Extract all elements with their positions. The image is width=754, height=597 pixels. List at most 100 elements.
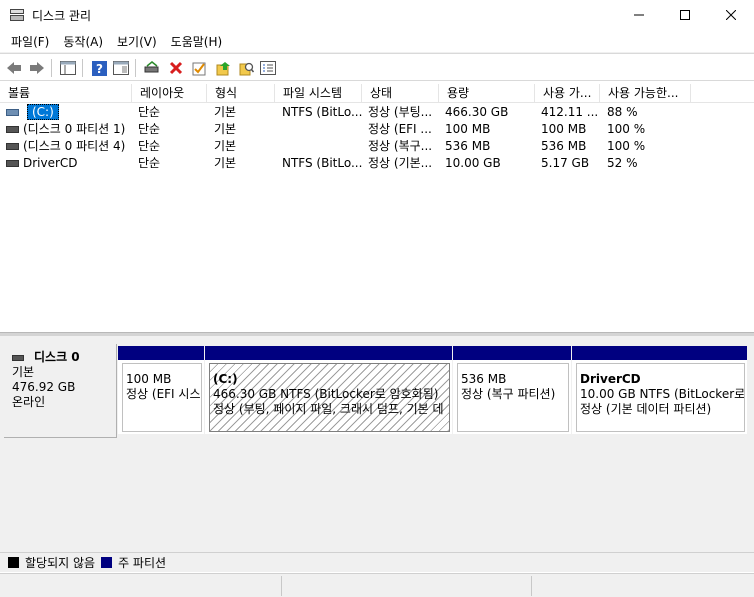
- disk-graphical-view: 디스크 0 기본 476.92 GB 온라인 100 MB 정상 (EFI 시스…: [0, 336, 754, 552]
- disk-size: 476.92 GB: [12, 380, 76, 394]
- disk-management-icon: [10, 9, 24, 21]
- disk-state: 온라인: [12, 395, 46, 409]
- volume-status: 정상 (복구...: [368, 139, 433, 153]
- status-cell: [281, 576, 531, 596]
- menu-bar: 파일(F) 동작(A) 보기(V) 도움말(H): [0, 30, 754, 53]
- partition-drivercd[interactable]: DriverCD 10.00 GB NTFS (BitLocker로 암호화됨)…: [572, 346, 747, 434]
- partition-size: 466.30 GB NTFS (BitLocker로 암호화됨): [213, 387, 439, 401]
- list-header: 볼륨 레이아웃 형식 파일 시스템 상태 용량 사용 가... 사용 가능한..…: [0, 84, 754, 103]
- menu-file[interactable]: 파일(F): [4, 33, 56, 50]
- primary-partition-swatch: [101, 557, 113, 568]
- volume-list: 볼륨 레이아웃 형식 파일 시스템 상태 용량 사용 가... 사용 가능한..…: [0, 84, 754, 332]
- volume-status: 정상 (기본...: [368, 156, 433, 170]
- status-cell: [531, 576, 753, 596]
- volume-filesystem: NTFS (BitLo...: [282, 156, 362, 170]
- volume-filesystem: [278, 138, 362, 155]
- delete-button[interactable]: [166, 58, 186, 78]
- column-header-capacity[interactable]: 용량: [439, 84, 535, 103]
- volume-layout: 단순: [138, 156, 161, 170]
- window-title: 디스크 관리: [32, 8, 92, 23]
- column-header-volume[interactable]: 볼륨: [0, 84, 132, 103]
- partition-bar: [118, 346, 204, 360]
- volume-status: 정상 (EFI ...: [368, 122, 432, 136]
- table-row[interactable]: DriverCD 단순 기본 NTFS (BitLo... 정상 (기본... …: [0, 155, 754, 172]
- disk-name: 디스크 0: [34, 350, 80, 364]
- partition-bar: [205, 346, 452, 360]
- volume-type: 기본: [214, 156, 237, 170]
- volume-name: (디스크 0 파티션 4): [23, 139, 126, 153]
- toolbar: ?: [0, 53, 754, 81]
- volume-free-space: 100 MB: [541, 122, 587, 136]
- volume-type: 기본: [214, 105, 237, 119]
- drive-icon: [6, 126, 19, 133]
- title-bar: 디스크 관리: [0, 0, 754, 30]
- search-icon: [239, 62, 254, 75]
- table-row[interactable]: (디스크 0 파티션 4) 단순 기본 정상 (복구... 536 MB 536…: [0, 138, 754, 155]
- back-button[interactable]: [4, 58, 24, 78]
- minimize-button[interactable]: [616, 0, 662, 30]
- menu-view[interactable]: 보기(V): [110, 33, 164, 50]
- partition-size: 100 MB: [126, 372, 172, 386]
- volume-filesystem: [278, 121, 362, 138]
- partition-size: 536 MB: [461, 372, 507, 386]
- forward-icon: [30, 62, 44, 74]
- drive-icon: [6, 109, 19, 116]
- partition-name: DriverCD: [580, 372, 641, 386]
- volume-free-space: 412.11 ...: [541, 105, 599, 119]
- partition-c[interactable]: (C:) 466.30 GB NTFS (BitLocker로 암호화됨) 정상…: [205, 346, 452, 434]
- partition-status: 정상 (기본 데이터 파티션): [580, 402, 712, 416]
- check-icon: [192, 62, 206, 75]
- volume-filesystem: NTFS (BitLo...: [282, 105, 362, 119]
- volume-free-space: 536 MB: [541, 139, 587, 153]
- table-row[interactable]: (디스크 0 파티션 1) 단순 기본 정상 (EFI ... 100 MB 1…: [0, 121, 754, 138]
- partition-status: 정상 (부팅, 페이지 파일, 크래시 덤프, 기본 데: [213, 402, 444, 416]
- volume-capacity: 466.30 GB: [445, 105, 509, 119]
- table-row[interactable]: (C:) 단순 기본 NTFS (BitLo... 정상 (부팅... 466.…: [0, 104, 754, 121]
- console-tree-button[interactable]: [58, 58, 78, 78]
- legend: 할당되지 않음 주 파티션: [0, 552, 754, 572]
- show-pane-button[interactable]: [111, 58, 131, 78]
- connect-button[interactable]: [142, 58, 162, 78]
- volume-layout: 단순: [138, 122, 161, 136]
- refresh-button[interactable]: [213, 58, 233, 78]
- properties-button[interactable]: [258, 58, 278, 78]
- volume-name: (디스크 0 파티션 1): [23, 122, 126, 136]
- menu-help[interactable]: 도움말(H): [164, 33, 230, 50]
- check-button[interactable]: [189, 58, 209, 78]
- search-button[interactable]: [236, 58, 256, 78]
- column-header-status[interactable]: 상태: [362, 84, 439, 103]
- disk-type: 기본: [12, 365, 35, 379]
- volume-layout: 단순: [138, 105, 161, 119]
- maximize-icon: [680, 10, 690, 20]
- delete-icon: [169, 61, 183, 75]
- partition-bar: [453, 346, 571, 360]
- minimize-icon: [634, 14, 644, 16]
- forward-button[interactable]: [27, 58, 47, 78]
- close-button[interactable]: [708, 0, 754, 30]
- column-header-layout[interactable]: 레이아웃: [132, 84, 207, 103]
- volume-type: 기본: [214, 139, 237, 153]
- drive-icon: [6, 143, 19, 150]
- volume-percent-free: 100 %: [607, 139, 646, 153]
- maximize-button[interactable]: [662, 0, 708, 30]
- column-header-type[interactable]: 형식: [207, 84, 275, 103]
- partition-bar: [572, 346, 747, 360]
- menu-action[interactable]: 동작(A): [56, 33, 110, 50]
- show-pane-icon: [113, 61, 129, 75]
- volume-layout: 단순: [138, 139, 161, 153]
- volume-capacity: 536 MB: [445, 139, 491, 153]
- partition-recovery[interactable]: 536 MB 정상 (복구 파티션): [453, 346, 571, 434]
- legend-primary: 주 파티션: [118, 556, 167, 570]
- console-tree-icon: [60, 61, 76, 75]
- refresh-icon: [216, 61, 230, 75]
- column-header-filesystem[interactable]: 파일 시스템: [275, 84, 362, 103]
- volume-percent-free: 88 %: [607, 105, 638, 119]
- column-header-free-space[interactable]: 사용 가...: [535, 84, 600, 103]
- column-header-percent-free[interactable]: 사용 가능한...: [600, 84, 691, 103]
- partition-efi[interactable]: 100 MB 정상 (EFI 시스: [118, 346, 204, 434]
- unallocated-swatch: [8, 557, 19, 568]
- partition-status: 정상 (복구 파티션): [461, 387, 556, 401]
- help-button[interactable]: ?: [89, 58, 109, 78]
- disk-info[interactable]: 디스크 0 기본 476.92 GB 온라인: [4, 344, 117, 438]
- close-icon: [726, 10, 736, 20]
